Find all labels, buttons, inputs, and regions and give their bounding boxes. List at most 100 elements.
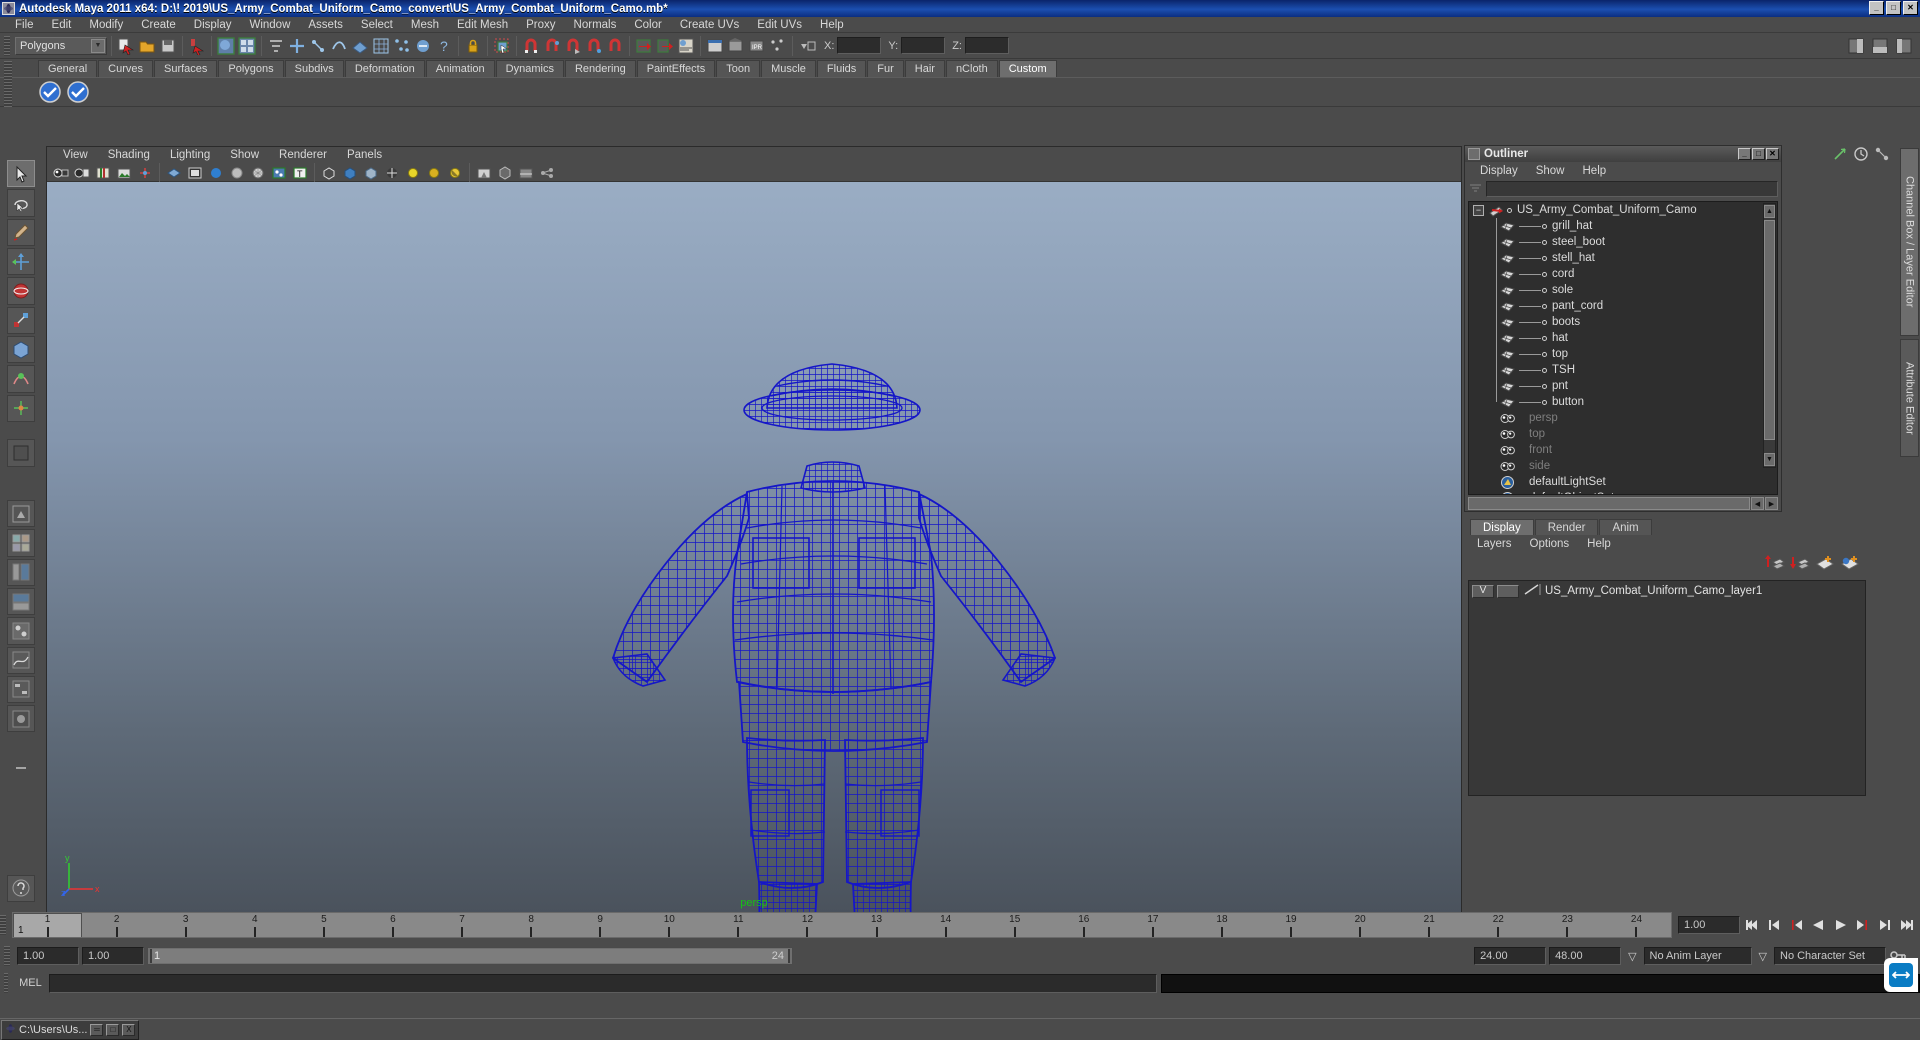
shelf-tab-painteffects[interactable]: PaintEffects — [636, 60, 716, 77]
show-channel-box-icon[interactable] — [1846, 36, 1866, 56]
ipr-render-icon[interactable]: IPR — [747, 36, 767, 56]
layout-persp-graph-button[interactable] — [7, 587, 35, 616]
lock-icon[interactable] — [463, 36, 483, 56]
layout-four-view-button[interactable] — [7, 529, 35, 557]
layout-graph-editor-button[interactable] — [7, 646, 35, 674]
menu-display[interactable]: Display — [185, 17, 241, 33]
menu-file[interactable]: File — [6, 17, 43, 33]
node-dot-icon[interactable] — [1542, 223, 1547, 229]
outliner-menu-help[interactable]: Help — [1574, 165, 1616, 177]
shelf-tab-polygons[interactable]: Polygons — [218, 60, 284, 77]
viewport-menu-view[interactable]: View — [53, 147, 98, 164]
two-d-pan-zoom-icon[interactable] — [135, 163, 155, 183]
snap-to-curve-icon[interactable] — [308, 36, 328, 56]
shelf-tab-fluids[interactable]: Fluids — [816, 60, 867, 77]
default-light-icon[interactable] — [403, 163, 423, 183]
node-dot-icon[interactable] — [1542, 271, 1547, 277]
shelf-tab-toon[interactable]: Toon — [716, 60, 761, 77]
scene-lights-icon[interactable] — [424, 163, 444, 183]
taskbar-minimize-button[interactable]: ═ — [90, 1023, 104, 1036]
outliner-item-sole[interactable]: sole — [1469, 282, 1777, 298]
show-manipulator-tool-button[interactable] — [7, 394, 35, 422]
outliner-item-pnt[interactable]: pnt — [1469, 378, 1777, 394]
select-by-object-type-icon[interactable] — [187, 36, 207, 56]
shelf-tab-animation[interactable]: Animation — [425, 60, 495, 77]
chevron-down-icon[interactable]: ▼ — [91, 38, 105, 53]
scroll-down-arrow-icon[interactable]: ▼ — [1764, 453, 1775, 466]
select-by-component-grid-icon[interactable] — [237, 36, 257, 56]
render-view-icon[interactable] — [705, 36, 725, 56]
help-tool-button[interactable] — [7, 874, 35, 903]
outliner-camera-side[interactable]: side — [1469, 458, 1777, 474]
node-dot-icon[interactable] — [1542, 303, 1547, 309]
select-tool-button[interactable] — [7, 160, 35, 188]
y-coordinate-field[interactable] — [901, 37, 946, 54]
layer-list[interactable]: V US_Army_Combat_Uniform_Camo_layer1 — [1468, 580, 1866, 796]
new-layer-icon[interactable] — [1815, 553, 1835, 574]
outliner-menu-show[interactable]: Show — [1527, 165, 1574, 177]
shelf-tab-surfaces[interactable]: Surfaces — [153, 60, 218, 77]
maximize-button[interactable]: □ — [1886, 1, 1901, 15]
node-dot-icon[interactable] — [1542, 255, 1547, 261]
scale-tool-button[interactable] — [7, 306, 35, 334]
taskbar-item[interactable]: C:\Users\Us... ═ □ X — [1, 1019, 140, 1040]
character-set-dropdown-arrow[interactable]: ▽ — [1755, 950, 1771, 963]
shelf-check-icon-2[interactable] — [66, 80, 90, 104]
range-end-field[interactable]: 24.00 — [1474, 947, 1547, 965]
text-display-icon[interactable]: T — [290, 163, 310, 183]
all-lights-icon[interactable] — [382, 163, 402, 183]
save-scene-icon[interactable] — [158, 36, 178, 56]
menuset-selector[interactable]: Polygons ▼ — [15, 36, 107, 55]
magnet-view-icon[interactable] — [584, 36, 604, 56]
outliner-item-hat[interactable]: hat — [1469, 330, 1777, 346]
outliner-item-pant_cord[interactable]: pant_cord — [1469, 298, 1777, 314]
shelf-tab-hair[interactable]: Hair — [904, 60, 945, 77]
menu-mesh[interactable]: Mesh — [402, 17, 448, 33]
viewport-3d-canvas[interactable]: y x z persp — [47, 182, 1461, 915]
outliner-tree[interactable]: − US_Army_Combat_Uniform_Camo grill_hat ste… — [1468, 201, 1778, 495]
move-layer-up-icon[interactable] — [1765, 553, 1785, 574]
select-tool-icon[interactable] — [492, 36, 512, 56]
scroll-up-arrow-icon[interactable]: ▲ — [1764, 205, 1775, 218]
menu-edit[interactable]: Edit — [43, 17, 81, 33]
layer-menu-options[interactable]: Options — [1521, 538, 1579, 550]
shelf-grip[interactable] — [4, 61, 12, 107]
show-layer-editor-icon[interactable] — [1870, 36, 1890, 56]
node-dot-icon[interactable] — [1542, 319, 1547, 325]
range-bar-inner[interactable] — [150, 949, 790, 963]
viewport-settings-icon[interactable] — [516, 163, 536, 183]
universal-manipulator-button[interactable] — [7, 335, 35, 364]
open-scene-icon[interactable] — [137, 36, 157, 56]
layout-relationship-editor-button[interactable] — [7, 675, 35, 704]
wireframe-on-shaded-icon[interactable] — [248, 163, 268, 183]
close-button[interactable]: ✕ — [1903, 1, 1918, 15]
shelf-tab-deformation[interactable]: Deformation — [344, 60, 425, 77]
shelf-tab-muscle[interactable]: Muscle — [761, 60, 816, 77]
menu-create-uvs[interactable]: Create UVs — [671, 17, 748, 33]
share-viewport-icon[interactable] — [537, 163, 557, 183]
magnet-curve-icon[interactable] — [542, 36, 562, 56]
expander-collapse-icon[interactable]: − — [1473, 204, 1484, 216]
layout-single-perspective-button[interactable] — [7, 499, 35, 528]
sidebar-tab-channel-box-layer-editor[interactable]: Channel Box / Layer Editor — [1900, 148, 1919, 336]
occlusion-icon[interactable] — [474, 163, 494, 183]
texture-display-icon[interactable] — [269, 163, 289, 183]
animation-end-time-field[interactable]: 48.00 — [1549, 947, 1622, 965]
snap-to-grid-icon[interactable] — [287, 36, 307, 56]
node-dot-icon[interactable] — [1542, 287, 1547, 293]
paint-select-tool-button[interactable] — [7, 218, 35, 246]
command-language-label[interactable]: MEL — [16, 977, 45, 989]
node-dot-icon[interactable] — [1542, 239, 1547, 245]
outliner-item-stell_hat[interactable]: stell_hat — [1469, 250, 1777, 266]
outliner-item-grill_hat[interactable]: grill_hat — [1469, 218, 1777, 234]
step-back-frame-icon[interactable] — [1787, 915, 1806, 935]
play-backwards-icon[interactable] — [1809, 915, 1828, 935]
output-connections-icon[interactable] — [655, 36, 675, 56]
go-to-start-icon[interactable] — [1743, 915, 1762, 935]
node-dot-icon[interactable] — [1542, 367, 1547, 373]
viewport-menu-panels[interactable]: Panels — [337, 147, 392, 164]
magnet-grid-icon[interactable] — [521, 36, 541, 56]
snap-to-plane-icon[interactable] — [350, 36, 370, 56]
command-line-grip[interactable] — [4, 973, 9, 993]
outliner-search-input[interactable] — [1486, 181, 1778, 197]
